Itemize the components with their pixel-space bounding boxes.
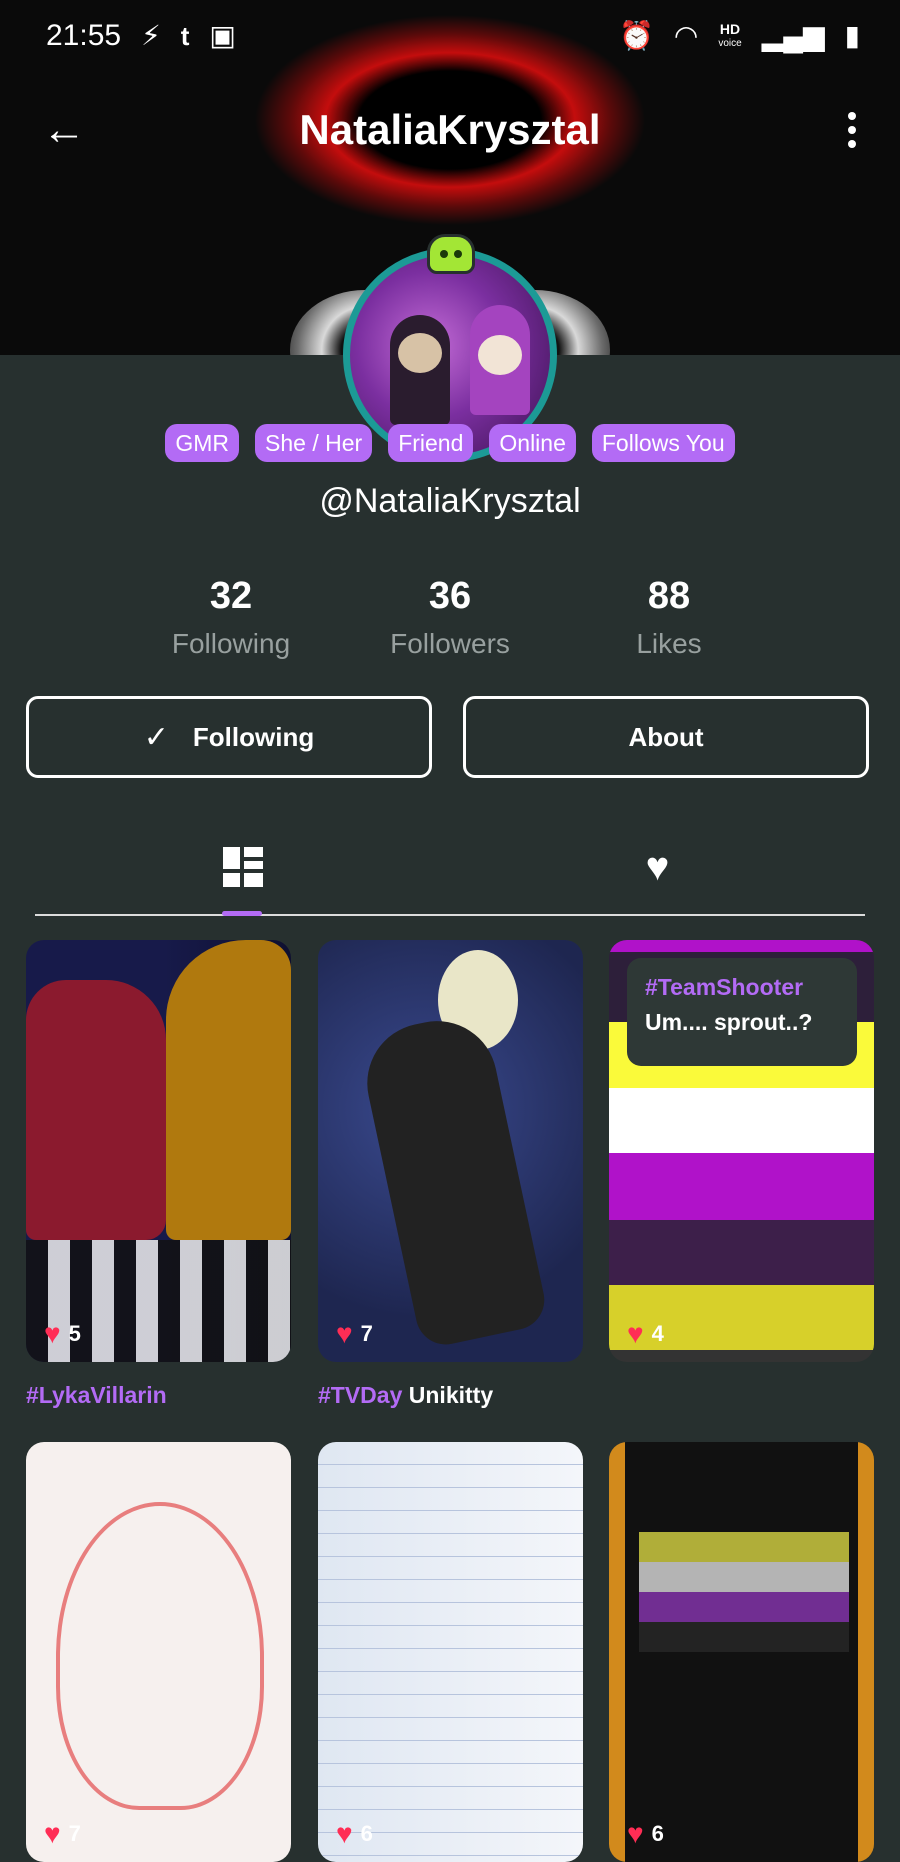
active-tab-indicator (222, 911, 262, 916)
post-caption[interactable]: #LykaVillarin (26, 1382, 167, 1409)
profile-stats: 32 Following 36 Followers 88 Likes (0, 575, 900, 675)
post-art (356, 1009, 550, 1351)
heart-icon: ♥ (44, 1818, 61, 1849)
post-likes-count: 7 (360, 1321, 373, 1346)
status-bar: 21:55 ⚡ t ▣ ⏰ ◠ HD voice ▂▄▆ ▮ (0, 0, 900, 72)
post-likes-count: 4 (651, 1321, 664, 1346)
stat-followers-label: Followers (390, 628, 510, 659)
status-time: 21:55 (46, 19, 122, 52)
post-card[interactable]: ♥ 7 (26, 1442, 291, 1862)
profile-handle: @NataliaKrysztal (319, 482, 581, 520)
hd-voice-icon: HD voice (718, 20, 742, 50)
post-likes-count: 6 (360, 1821, 373, 1846)
tag-follows-you: Follows You (591, 424, 735, 462)
top-bar: ← NataliaKrysztal (0, 90, 900, 170)
heart-icon: ♥ (627, 1818, 644, 1849)
post-art (26, 980, 166, 1240)
post-likes: ♥ 7 (44, 1820, 81, 1848)
post-art (166, 940, 291, 1240)
tag-online: Online (489, 424, 576, 462)
following-button-label: Following (192, 721, 315, 752)
page-title: NataliaKrysztal (299, 106, 601, 153)
content-tabs: ♥ (35, 820, 865, 916)
stat-likes[interactable]: 88 Likes (559, 575, 779, 660)
post-card[interactable]: ♥ 7 (318, 940, 583, 1362)
tag-friend: Friend (388, 424, 474, 462)
heart-icon: ♥ (336, 1818, 353, 1849)
hd-top: HD (719, 20, 741, 37)
tab-posts[interactable] (35, 820, 450, 916)
post-art (639, 1532, 849, 1652)
post-card[interactable]: ♥ 5 (26, 940, 291, 1362)
avatar-figure-right (470, 305, 530, 415)
about-button[interactable]: About (463, 696, 869, 778)
hd-bottom: voice (718, 37, 742, 49)
stat-likes-label: Likes (636, 628, 702, 659)
tumblr-icon: t (180, 21, 190, 51)
post-card[interactable]: ♥ 6 (318, 1442, 583, 1862)
profile-tags: GMR She / Her Friend Online Follows You (0, 424, 900, 462)
post-overlay-hashtag[interactable]: #TeamShooter (645, 974, 839, 1001)
signal-icon: ▂▄▆ (761, 20, 825, 51)
post-hashtag[interactable]: #LykaVillarin (26, 1382, 167, 1408)
post-hashtag[interactable]: #TVDay (318, 1382, 402, 1408)
following-button[interactable]: ✓ Following (26, 696, 432, 778)
stat-following[interactable]: 32 Following (121, 575, 341, 660)
tag-pronouns: She / Her (255, 424, 373, 462)
checkmark-icon: ✓ (143, 720, 169, 754)
stat-followers[interactable]: 36 Followers (340, 575, 560, 660)
post-card[interactable]: #TeamShooter Um.... sprout..? ♥ 4 (609, 940, 874, 1362)
lightning-icon: ⚡ (141, 20, 161, 51)
post-likes: ♥ 7 (336, 1320, 373, 1348)
about-button-label: About (628, 721, 704, 752)
wifi-icon: ◠ (673, 20, 699, 51)
post-caption[interactable]: #TVDay Unikitty (318, 1382, 493, 1409)
heart-icon: ♥ (627, 1318, 644, 1349)
liked-heart-icon: ♥ (645, 844, 670, 889)
heart-icon: ♥ (336, 1318, 353, 1349)
post-card[interactable]: ♥ 6 (609, 1442, 874, 1862)
heart-icon: ♥ (44, 1318, 61, 1349)
battery-icon: ▮ (844, 20, 860, 51)
image-icon: ▣ (209, 20, 236, 51)
post-likes-count: 7 (68, 1821, 81, 1846)
post-overlay-text: Um.... sprout..? (645, 1009, 813, 1035)
post-likes: ♥ 6 (336, 1820, 373, 1848)
post-likes: ♥ 6 (627, 1820, 664, 1848)
alarm-icon: ⏰ (619, 20, 654, 51)
posts-grid-icon (222, 847, 263, 887)
post-likes-count: 5 (68, 1321, 81, 1346)
post-likes: ♥ 5 (44, 1320, 81, 1348)
stat-followers-value: 36 (428, 575, 472, 617)
post-art (56, 1502, 264, 1810)
stat-following-value: 32 (209, 575, 253, 617)
stat-following-label: Following (171, 628, 291, 659)
post-art (318, 1442, 583, 1862)
avatar-figure-left (390, 315, 450, 425)
tag-gmr: GMR (165, 424, 240, 462)
post-likes: ♥ 4 (627, 1320, 664, 1348)
post-overlay: #TeamShooter Um.... sprout..? (627, 958, 857, 1066)
back-arrow-icon[interactable]: ← (40, 105, 88, 154)
stat-likes-value: 88 (647, 575, 691, 617)
frog-badge-icon (427, 234, 475, 274)
post-caption-text: Unikitty (408, 1382, 494, 1408)
tab-liked[interactable]: ♥ (450, 820, 865, 914)
post-likes-count: 6 (651, 1821, 664, 1846)
more-options-icon[interactable] (832, 106, 872, 154)
